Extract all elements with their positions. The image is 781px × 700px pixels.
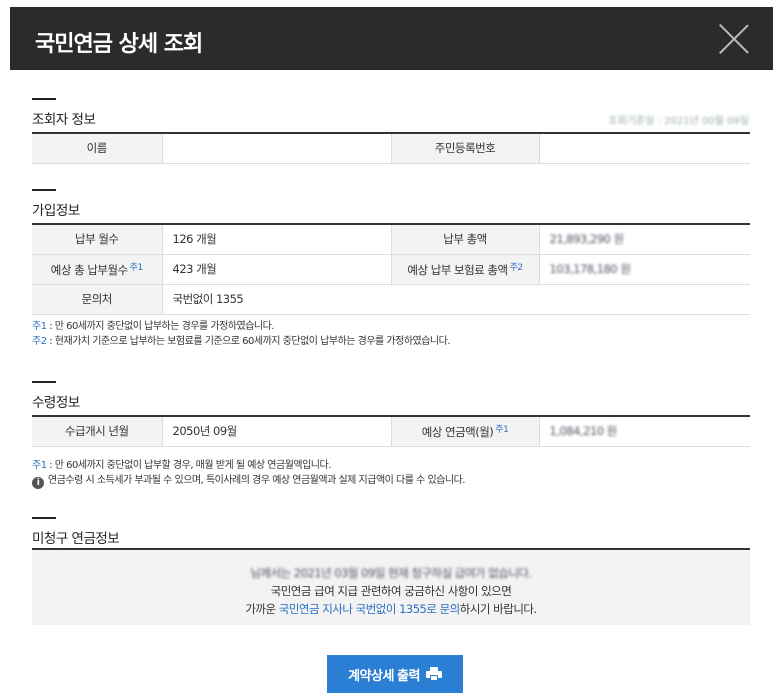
note-line: 주2 : 현재가치 기준으로 납부하는 보험료를 기준으로 60세까지 중단없이… [32,336,451,347]
rrn-value [538,133,750,164]
printer-icon [425,667,442,681]
print-button-label: 계약상세 출력 [348,667,420,683]
note-ref: 주1 [129,263,144,273]
receipt-notes: 주1 : 만 60세까지 중단없이 납부할 경우, 매월 받게 될 예상 연금월… [32,458,465,489]
expected-months-value: 423 개월 [161,254,391,285]
close-icon[interactable] [719,24,749,54]
subscription-notes: 주1 : 만 60세까지 중단없이 납부하는 경우를 가정하였습니다. 주2 :… [32,319,451,349]
note-line: 주1 : 만 60세까지 중단없이 납부하는 경우를 가정하였습니다. [32,321,275,332]
subscription-section-title: 가입정보 [32,203,80,219]
unclaimed-line: 님께서는 2021년 03월 09일 현재 청구하실 급여가 없습니다. [250,566,532,580]
start-label: 수급개시 년월 [32,416,162,447]
note-ref: 주1 [495,425,509,436]
subscription-table: 납부 월수 126 개월 납부 총액 21,893,290 원 예상 총 납부월… [32,223,750,315]
rrn-label: 주민등록번호 [390,133,539,164]
paid-months-value: 126 개월 [161,224,391,255]
table-row: 이름 주민등록번호 [32,133,750,164]
table-row: 문의처 국번없이 1355 [32,284,750,315]
paid-total-value: 21,893,290 원 [538,224,750,255]
receipt-section-title: 수령정보 [32,395,80,411]
expected-premium-value: 103,178,180 원 [538,254,750,285]
contact-label: 문의처 [32,284,162,315]
name-value [161,133,391,164]
monthly-label: 예상 연금액(월) 주1 [390,416,539,447]
table-row: 예상 총 납부월수 주1 423 개월 예상 납부 보험료 총액 주2 103,17… [32,254,750,285]
receipt-table: 수급개시 년월 2050년 09월 예상 연금액(월) 주1 1,084,210 … [32,415,750,447]
info-icon: i [32,477,44,489]
expected-months-label: 예상 총 납부월수 주1 [32,254,162,285]
unclaimed-line: 국민연금 급여 지급 관련하여 궁금하신 사항이 있으면 [270,584,512,598]
unclaimed-section-title: 미청구 연금정보 [32,531,120,547]
table-row: 납부 월수 126 개월 납부 총액 21,893,290 원 [32,224,750,255]
print-contract-button[interactable]: 계약상세 출력 [327,655,463,693]
monthly-value: 1,084,210 원 [538,416,750,447]
section-marker [32,517,56,519]
inquirer-section-title: 조회자 정보 [32,112,96,128]
paid-months-label: 납부 월수 [32,224,162,255]
unclaimed-line: 가까운 국민연금 지사나 국번없이 1355로 문의하시기 바랍니다. [245,602,537,616]
start-value: 2050년 09월 [161,416,391,447]
note-line: 주1 : 만 60세까지 중단없이 납부할 경우, 매월 받게 될 예상 연금월… [32,460,331,471]
note-ref: 주2 [509,263,524,273]
paid-total-label: 납부 총액 [390,224,539,255]
inquirer-table: 이름 주민등록번호 [32,132,750,164]
contact-link[interactable]: 국민연금 지사나 국번없이 1355로 문의 [279,602,461,616]
table-row: 수급개시 년월 2050년 09월 예상 연금액(월) 주1 1,084,210 … [32,416,750,447]
note-line: i 연금수령 시 소득세가 부과될 수 있으며, 특이사례의 경우 예상 연금월액… [32,473,465,489]
section-marker [32,98,56,100]
modal-header: 국민연금 상세 조회 [10,7,773,70]
expected-premium-label: 예상 납부 보험료 총액 주2 [390,254,539,285]
section-marker [32,189,56,191]
section-marker [32,381,56,383]
name-label: 이름 [32,133,162,164]
unclaimed-message-box: 님께서는 2021년 03월 09일 현재 청구하실 급여가 없습니다. 국민연… [32,548,750,625]
as-of-date: 조회기준일 : 2021년 00월 09일 [608,116,749,127]
contact-value: 국번없이 1355 [161,284,750,315]
modal-title: 국민연금 상세 조회 [35,32,203,57]
